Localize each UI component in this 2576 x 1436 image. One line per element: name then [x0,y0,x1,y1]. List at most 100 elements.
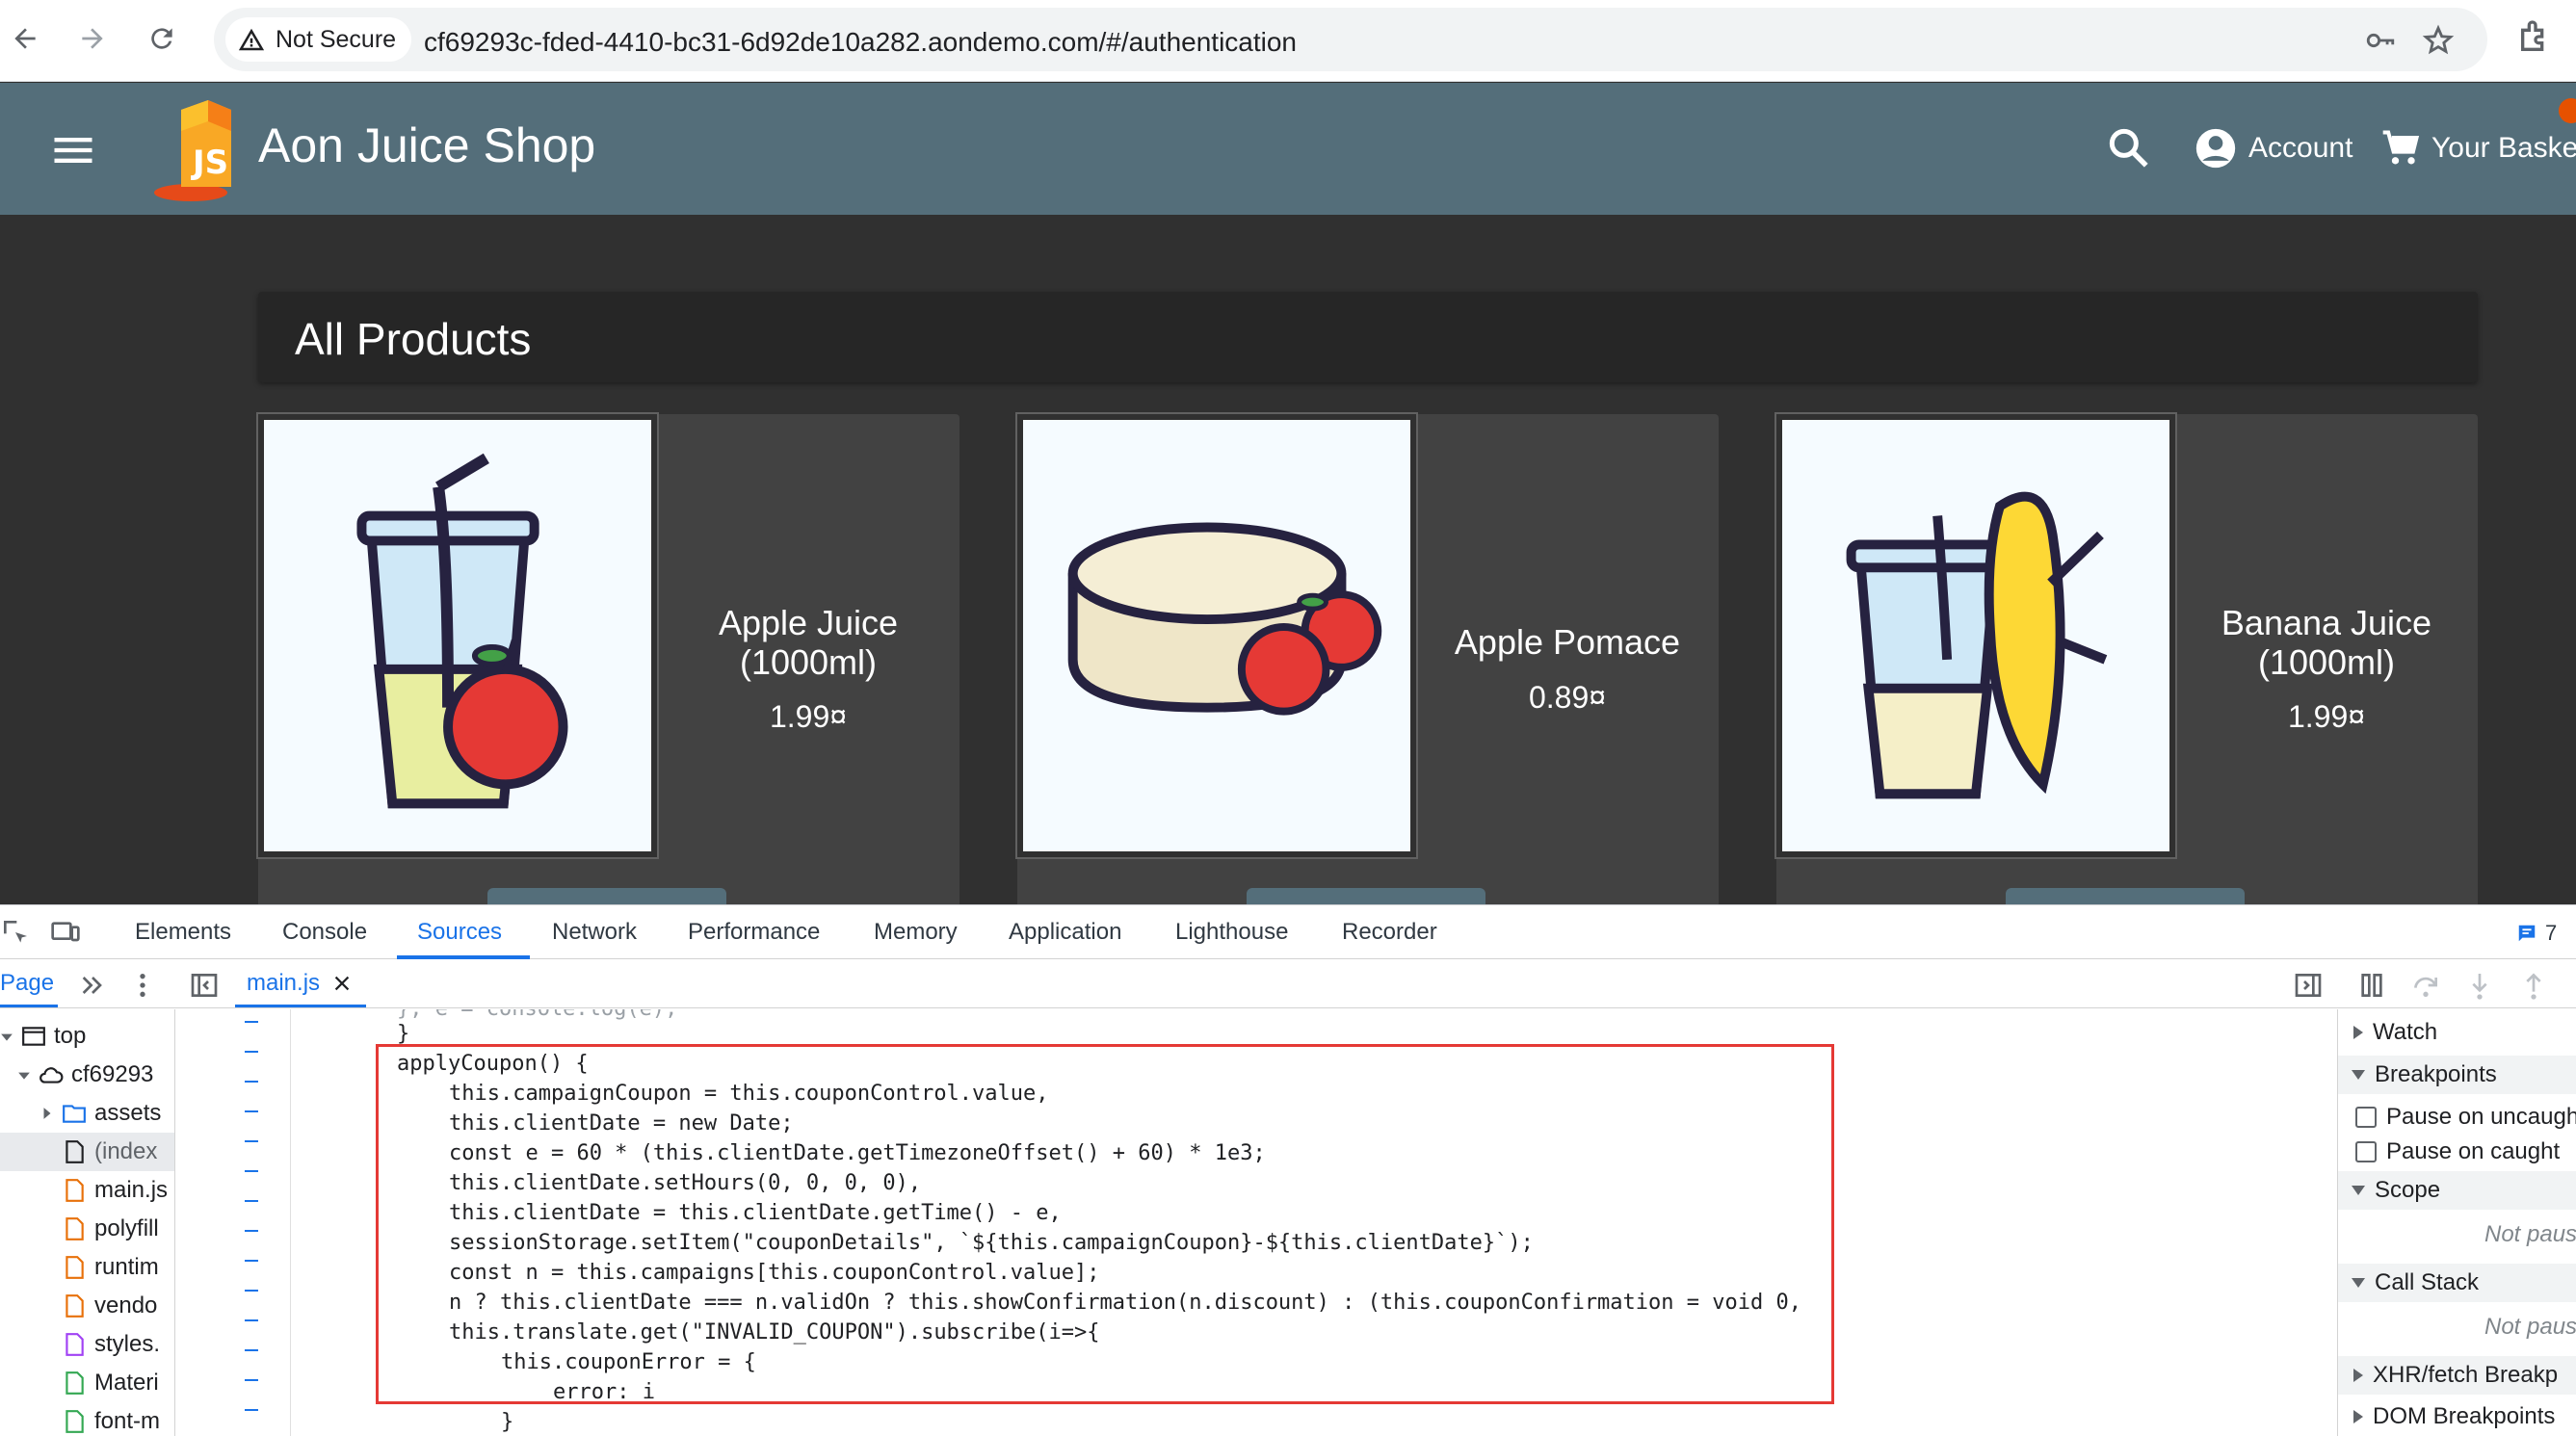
step-into-icon[interactable] [2464,970,2495,1001]
tree-item-label: polyfill [94,1215,159,1241]
checkbox-label: Pause on uncaught [2386,1104,2576,1130]
coverage-mark [245,1230,258,1232]
product-card[interactable]: Apple Juice (1000ml) 1.99¤ [256,412,959,904]
step-over-icon[interactable] [2410,970,2441,1001]
add-to-basket-button[interactable] [487,888,726,904]
checkbox[interactable] [2355,1141,2377,1162]
juice-shop-logo[interactable]: JS [152,92,249,204]
issues-count: 7 [2545,921,2558,945]
tab-console[interactable]: Console [282,919,367,946]
pause-uncaught-checkbox[interactable]: Pause on uncaught [2355,1098,2576,1136]
file-navigator: top cf69293 assets (index main.js polyfi… [0,1009,175,1436]
product-name: Apple Pomace [1454,622,1681,662]
coverage-mark [245,1349,258,1351]
add-to-basket-button[interactable] [2006,888,2245,904]
product-card[interactable]: Banana Juice (1000ml) 1.99¤ [1774,412,2478,904]
cloud-icon [39,1067,64,1084]
coverage-mark [245,1140,258,1142]
tree-item-font[interactable]: font-m [62,1402,160,1436]
page-title: All Products [295,314,532,364]
tab-network[interactable]: Network [552,919,637,946]
script-file-icon [66,1256,84,1279]
tree-item-styles[interactable]: styles. [62,1325,160,1364]
address-bar[interactable]: Not Secure cf69293c-fded-4410-bc31-6d92d… [214,8,2487,71]
tree-item-top[interactable]: top [0,1017,86,1056]
tree-item-vendor[interactable]: vendo [62,1287,157,1325]
checkbox[interactable] [2355,1107,2377,1128]
tree-item-origin[interactable]: cf69293 [17,1056,153,1094]
menu-icon[interactable] [48,125,98,175]
tab-elements[interactable]: Elements [135,919,231,946]
coverage-mark [245,1051,258,1053]
file-tab-main-js[interactable]: main.js [247,970,353,997]
url-text[interactable]: cf69293c-fded-4410-bc31-6d92de10a282.aon… [424,27,1297,58]
arrow-right-icon [82,28,103,49]
add-to-basket-button[interactable] [1247,888,1485,904]
coverage-mark [245,1379,258,1381]
tree-item-label: font-m [94,1408,161,1434]
coverage-mark [245,1021,258,1023]
issues-counter[interactable]: 7 [2516,921,2557,946]
basket-label: Your Baske [2431,132,2576,164]
device-toolbar-icon[interactable] [50,917,81,948]
product-image[interactable] [1015,412,1418,859]
tab-sources[interactable]: Sources [417,919,502,946]
tree-item-main-js[interactable]: main.js [62,1171,168,1210]
document-icon [66,1140,84,1163]
product-name: Banana Juice (1000ml) [2221,603,2432,682]
tab-lighthouse[interactable]: Lighthouse [1175,919,1288,946]
expand-arrow-icon [18,1072,30,1080]
tree-item-runtime[interactable]: runtim [62,1248,159,1287]
coverage-mark [245,1170,258,1172]
breakpoints-section[interactable]: Breakpoints [2338,1056,2576,1094]
star-icon[interactable] [2422,24,2455,57]
reload-button[interactable] [141,17,183,60]
step-out-icon[interactable] [2518,970,2549,1001]
call-stack-section[interactable]: Call Stack [2338,1264,2576,1302]
tree-item-label: cf69293 [71,1061,154,1087]
back-button[interactable] [4,17,46,60]
tree-item-assets[interactable]: assets [40,1094,161,1133]
key-icon[interactable] [2364,24,2397,57]
coverage-mark [245,1319,258,1321]
section-label: Watch [2373,1019,2438,1045]
coverage-mark [245,1260,258,1262]
watch-section[interactable]: Watch [2353,1013,2437,1052]
security-chip[interactable]: Not Secure [225,17,412,62]
pause-icon[interactable] [2356,970,2387,1001]
scope-section[interactable]: Scope [2338,1171,2576,1210]
tree-item-index[interactable]: (index [0,1133,174,1171]
account-button[interactable]: Account [2195,121,2353,175]
app-title[interactable]: Aon Juice Shop [258,117,595,173]
tree-item-label: styles. [94,1331,161,1357]
tab-memory[interactable]: Memory [874,919,958,946]
product-image[interactable] [1774,412,2177,859]
arrow-left-icon [14,28,36,49]
toggle-debugger-icon[interactable] [2293,970,2324,1001]
dom-breakpoints-section[interactable]: DOM Breakpoints [2353,1397,2555,1436]
coverage-mark [245,1081,258,1083]
kebab-menu-icon[interactable] [127,970,158,1001]
xhr-breakpoints-section[interactable]: XHR/fetch Breakp [2338,1356,2576,1395]
close-icon[interactable] [331,973,353,994]
page-tab[interactable]: Page [0,970,54,997]
more-tabs-icon[interactable] [77,970,108,1001]
tree-item-label: top [54,1023,87,1049]
basket-button[interactable]: Your Baske [2379,121,2576,175]
collapse-arrow-icon [2353,1026,2363,1039]
toggle-navigator-icon[interactable] [189,970,220,1001]
extensions-icon[interactable] [2516,17,2555,56]
line-gutter[interactable] [175,1009,291,1436]
tab-application[interactable]: Application [1009,919,1121,946]
forward-button[interactable] [71,17,114,60]
search-icon[interactable] [2104,123,2152,171]
inspect-element-icon[interactable] [0,917,31,948]
product-card[interactable]: Apple Pomace 0.89¤ [1015,412,1719,904]
tab-recorder[interactable]: Recorder [1342,919,1437,946]
tree-item-label: (index [94,1138,158,1164]
tree-item-material[interactable]: Materi [62,1364,159,1402]
tab-performance[interactable]: Performance [688,919,820,946]
tree-item-polyfills[interactable]: polyfill [62,1210,159,1248]
product-image[interactable] [256,412,659,859]
pause-caught-checkbox[interactable]: Pause on caught [2355,1133,2560,1171]
